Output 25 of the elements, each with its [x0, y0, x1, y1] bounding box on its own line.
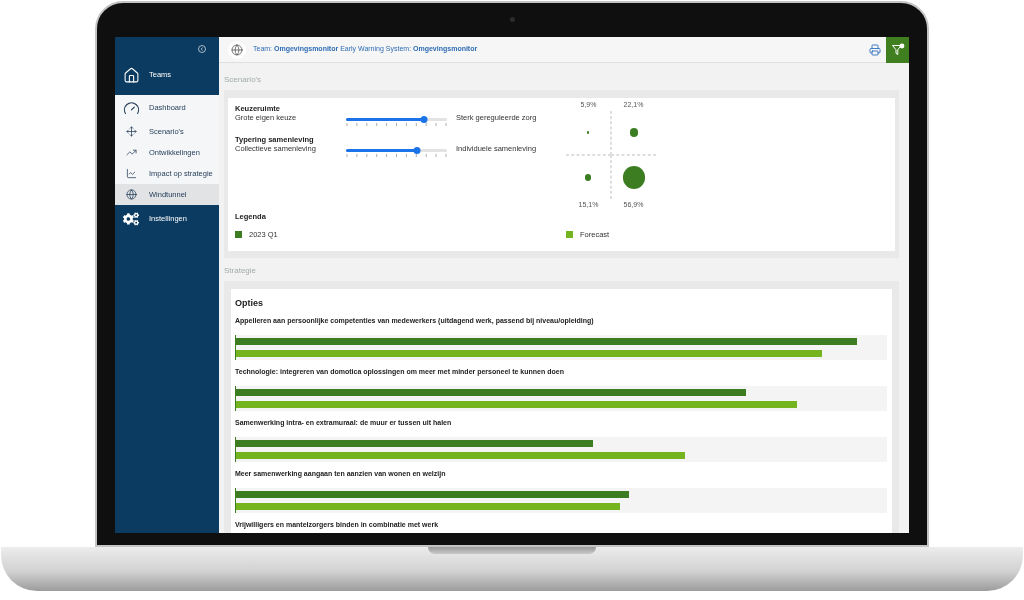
collapse-icon[interactable] [198, 45, 206, 53]
camera-icon [509, 17, 515, 22]
section-title: Scenario's [224, 75, 263, 85]
bubble-icon [585, 174, 591, 181]
globe-icon [125, 189, 137, 200]
house-icon [122, 66, 140, 84]
printer-icon [869, 43, 881, 56]
bubble-icon [622, 166, 646, 189]
bubble-icon [629, 128, 639, 137]
globe-icon [228, 40, 246, 59]
gauge-icon [122, 99, 140, 117]
section-title: Strategie [224, 266, 258, 276]
slider-thumb[interactable] [413, 147, 421, 154]
slider-track[interactable] [346, 149, 447, 152]
print-button[interactable] [867, 41, 883, 58]
gears-icon [123, 211, 139, 227]
card-title: Opties [235, 298, 264, 309]
filter-button[interactable] [886, 37, 909, 63]
slider-thumb[interactable] [420, 116, 428, 123]
line-chart-icon [125, 168, 137, 179]
filter-icon [890, 42, 905, 57]
move-arrows-icon [125, 126, 137, 137]
slider-track[interactable] [346, 118, 447, 121]
bubble-icon [586, 131, 590, 134]
trend-up-icon [125, 147, 137, 158]
